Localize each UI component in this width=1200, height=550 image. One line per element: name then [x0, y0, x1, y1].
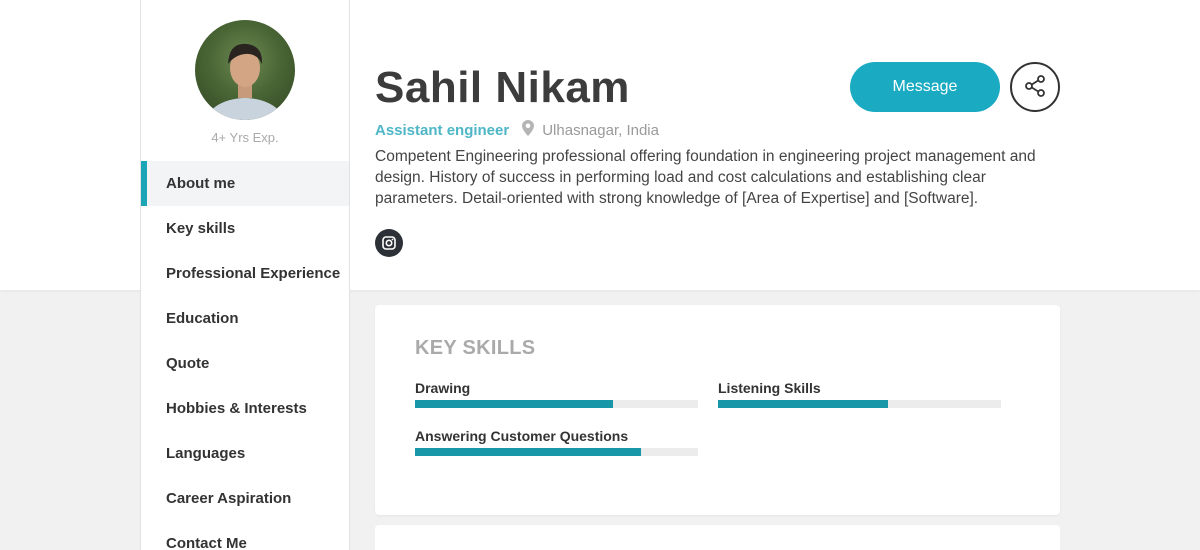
profile-meta: Assistant engineer Ulhasnagar, India [375, 120, 659, 140]
skill-label: Answering Customer Questions [415, 428, 629, 444]
key-skills-card: KEY SKILLS Drawing Listening Skills Answ… [375, 305, 1060, 515]
profile-location: Ulhasnagar, India [542, 121, 659, 139]
sidebar-item-quote[interactable]: Quote [141, 341, 349, 386]
location-pin-icon [522, 120, 535, 140]
share-button[interactable] [1010, 62, 1060, 112]
skill-label: Drawing [415, 380, 471, 396]
profile-role: Assistant engineer [375, 121, 510, 139]
sidebar-item-hobbies-interests[interactable]: Hobbies & Interests [141, 386, 349, 431]
avatar [195, 20, 295, 120]
skill-item: Drawing [415, 380, 698, 408]
sidebar: 4+ Yrs Exp. About me Key skills Professi… [140, 0, 350, 550]
sidebar-nav: About me Key skills Professional Experie… [141, 161, 349, 550]
key-skills-title: KEY SKILLS [415, 337, 536, 359]
skill-item: Answering Customer Questions [415, 428, 698, 456]
sidebar-item-education[interactable]: Education [141, 296, 349, 341]
next-section-card [375, 525, 1060, 550]
sidebar-item-key-skills[interactable]: Key skills [141, 206, 349, 251]
sidebar-item-about-me[interactable]: About me [141, 161, 349, 206]
profile-bio: Competent Engineering professional offer… [375, 148, 1036, 207]
skill-bar [415, 400, 698, 408]
skill-bar-fill [415, 400, 614, 408]
skill-bar [415, 448, 698, 456]
experience-label: 4+ Yrs Exp. [211, 130, 279, 145]
skill-bar-fill [415, 448, 642, 456]
message-button[interactable]: Message [850, 62, 1000, 112]
instagram-icon[interactable] [375, 229, 403, 257]
skill-label: Listening Skills [718, 380, 821, 396]
share-icon [1023, 74, 1047, 101]
sidebar-item-professional-experience[interactable]: Professional Experience [141, 251, 349, 296]
sidebar-item-contact-me[interactable]: Contact Me [141, 521, 349, 550]
sidebar-item-career-aspiration[interactable]: Career Aspiration [141, 476, 349, 521]
sidebar-item-languages[interactable]: Languages [141, 431, 349, 476]
profile-name: Sahil Nikam [375, 63, 630, 112]
skill-bar [718, 400, 1001, 408]
skill-item: Listening Skills [718, 380, 1001, 408]
skill-bar-fill [718, 400, 888, 408]
